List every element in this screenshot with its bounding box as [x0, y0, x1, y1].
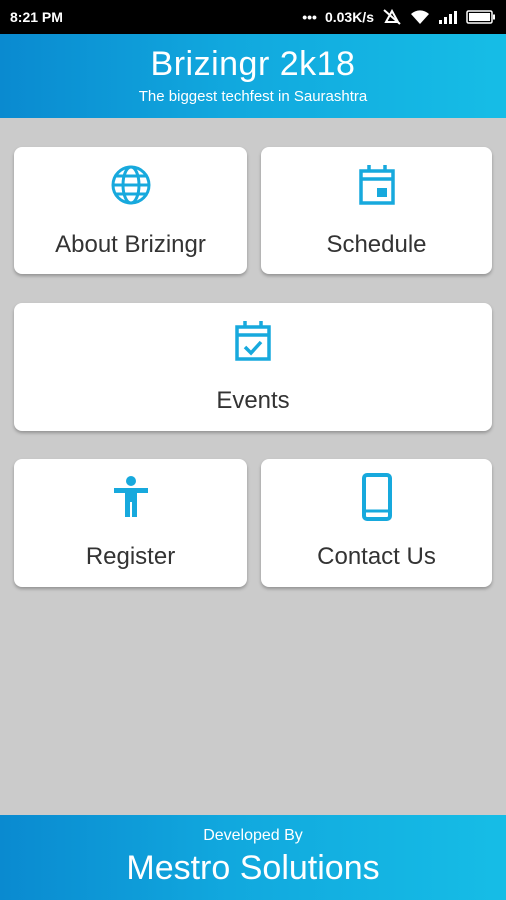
developed-by-label: Developed By	[203, 827, 303, 844]
phone-icon	[361, 473, 393, 521]
data-off-icon	[383, 8, 401, 25]
signal-icon	[439, 11, 457, 24]
calendar-icon	[357, 161, 397, 209]
contact-us-label: Contact Us	[317, 543, 436, 570]
app-title: Brizingr 2k18	[150, 45, 356, 83]
wifi-icon	[411, 10, 429, 24]
schedule-button[interactable]: Schedule	[261, 147, 492, 274]
events-label: Events	[216, 387, 290, 414]
events-button[interactable]: Events	[14, 303, 492, 431]
app-footer: Developed By Mestro Solutions	[0, 815, 506, 900]
developer-company-name: Mestro Solutions	[126, 849, 380, 887]
battery-icon	[466, 10, 495, 24]
person-icon	[111, 473, 151, 521]
status-bar: 8:21 PM ••• 0.03K/s	[0, 0, 506, 34]
contact-us-button[interactable]: Contact Us	[261, 459, 492, 587]
about-brizingr-label: About Brizingr	[55, 231, 206, 258]
calendar-check-icon	[233, 317, 273, 365]
about-brizingr-button[interactable]: About Brizingr	[14, 147, 247, 274]
register-label: Register	[85, 543, 176, 570]
app-subtitle: The biggest techfest in Saurashtra	[138, 88, 368, 105]
dots-icon: •••	[302, 9, 317, 25]
schedule-label: Schedule	[326, 231, 427, 258]
app-header: Brizingr 2k18 The biggest techfest in Sa…	[0, 34, 506, 118]
register-button[interactable]: Register	[14, 459, 247, 587]
globe-icon	[109, 161, 153, 209]
status-icons: ••• 0.03K/s	[302, 8, 496, 26]
status-time: 8:21 PM	[10, 9, 63, 25]
network-speed: 0.03K/s	[324, 9, 374, 25]
